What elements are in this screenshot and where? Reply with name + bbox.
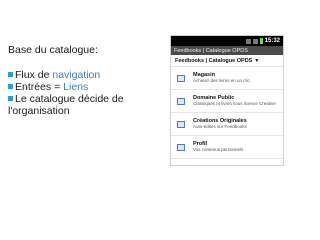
bullet-list: Flux de navigation Entrées = Liens Le ca… [8, 69, 158, 105]
catalog-item-subtitle: Vos contenus personnels [193, 147, 244, 152]
slide-text-block: Base du catalogue: Flux de navigation En… [8, 44, 158, 117]
bullet-square-icon [8, 72, 13, 77]
book-icon [177, 74, 185, 82]
catalog-item-creations-originales[interactable]: Créations Originales Auto-édités sur Fee… [171, 113, 283, 136]
catalog-item-subtitle: Auto-édités sur Feedbooks [193, 124, 247, 129]
book-icon [177, 120, 185, 128]
status-bar: 15:32 [171, 36, 283, 46]
book-icon [177, 143, 185, 151]
book-icon [177, 97, 185, 105]
bullet-item: Entrées = Liens [8, 81, 158, 93]
bullet-text: Flux de [15, 69, 53, 81]
signal-icon [245, 38, 251, 44]
slide-title: Base du catalogue: [8, 44, 98, 56]
catalog-item-domaine-public[interactable]: Domaine Public Classiques et livres sous… [171, 90, 283, 113]
catalog-item-magasin[interactable]: Magasin Achetez des livres en un clic [171, 67, 283, 90]
bullet-square-icon [8, 96, 13, 101]
catalog-item-subtitle: Classiques et livres sous licence Creati… [193, 101, 276, 106]
bullet-highlight: navigation [52, 69, 101, 81]
network-icon [252, 38, 258, 44]
catalog-item-subtitle: Achetez des livres en un clic [193, 78, 250, 83]
app-title-bar: Feedbooks | Catalogue OPDS [171, 46, 283, 55]
phone-screenshot: 15:32 Feedbooks | Catalogue OPDS Feedboo… [170, 35, 284, 166]
bullet-highlight: Liens [63, 81, 89, 93]
bullet-text: Le catalogue décide de [15, 93, 124, 105]
bullet-item: Flux de navigation [8, 69, 158, 81]
bullet-continuation: l'organisation [8, 105, 70, 117]
battery-icon [259, 38, 263, 44]
status-time: 15:32 [264, 38, 280, 44]
dropdown-arrow-icon: ▼ [254, 57, 260, 64]
bullet-square-icon [8, 84, 13, 89]
breadcrumb-label: Feedbooks | Catalogue OPDS [175, 57, 253, 64]
bullet-text: Entrées = [15, 81, 64, 93]
bullet-item: Le catalogue décide de [8, 93, 158, 105]
catalog-item-profil[interactable]: Profil Vos contenus personnels [171, 136, 283, 159]
breadcrumb[interactable]: Feedbooks | Catalogue OPDS ▼ [171, 55, 283, 67]
